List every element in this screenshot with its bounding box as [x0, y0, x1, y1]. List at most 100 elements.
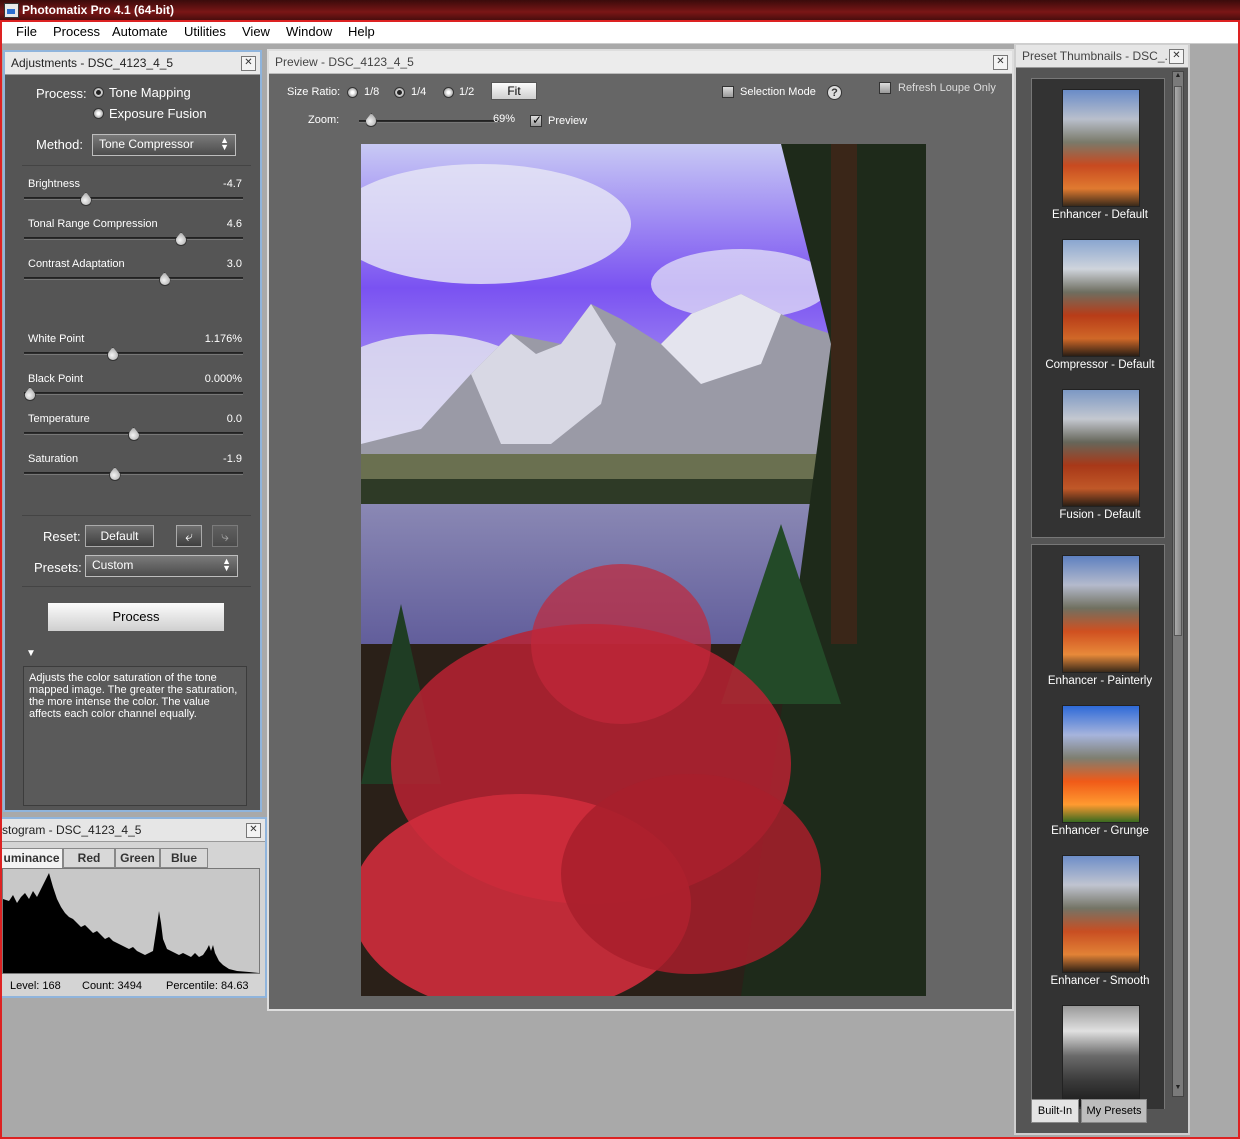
thumbnail-compressor-default[interactable]	[1062, 239, 1140, 357]
tab-red[interactable]: Red	[63, 848, 115, 868]
slider-label: Black Point	[28, 373, 84, 385]
preview-title: Preview - DSC_4123_4_5	[275, 55, 414, 69]
menu-window[interactable]: Window	[286, 24, 332, 39]
tab-my-presets[interactable]: My Presets	[1081, 1099, 1147, 1123]
slider-value: 4.6	[226, 218, 242, 230]
presets-label: Presets:	[34, 560, 82, 575]
radio-exposure-fusion[interactable]	[93, 108, 104, 119]
selection-mode-label: Selection Mode	[740, 86, 816, 98]
slider-value: -4.7	[223, 178, 242, 190]
thumbnail-enhancer-painterly[interactable]	[1062, 555, 1140, 673]
menu-file[interactable]: File	[16, 24, 37, 39]
slider-label: Tonal Range Compression	[28, 218, 158, 230]
close-icon[interactable]: ✕	[241, 56, 256, 71]
thumbnail-fusion-default[interactable]	[1062, 389, 1140, 507]
thumbnails-scrollbar[interactable]: ▲ ▼	[1172, 71, 1184, 1097]
thumbnails-title: Preset Thumbnails - DSC_...	[1022, 49, 1175, 63]
selection-mode-checkbox[interactable]	[722, 86, 734, 98]
adjustments-title: Adjustments - DSC_4123_4_5	[11, 56, 174, 70]
menu-automate[interactable]: Automate	[112, 24, 168, 39]
histogram-percentile: Percentile: 84.63	[166, 980, 249, 992]
slider-track[interactable]	[24, 237, 243, 240]
slider-label: Temperature	[28, 413, 90, 425]
thumbnail-enhancer-grunge[interactable]	[1062, 705, 1140, 823]
tab-blue[interactable]: Blue	[160, 848, 208, 868]
slider-track[interactable]	[24, 392, 243, 395]
scrollbar-thumb[interactable]	[1174, 86, 1182, 636]
zoom-slider-track[interactable]	[359, 120, 499, 123]
thumbnail-label: Enhancer - Painterly	[1047, 675, 1153, 687]
thumbnail-enhancer-default[interactable]	[1062, 89, 1140, 207]
adjustments-header: Adjustments - DSC_4123_4_5 ✕	[5, 52, 260, 75]
tab-luminance[interactable]: uminance	[2, 848, 63, 868]
radio-size-1-8[interactable]	[347, 87, 358, 98]
menu-view[interactable]: View	[242, 24, 270, 39]
slider-handle[interactable]	[127, 427, 140, 441]
collapse-triangle-icon[interactable]: ▼	[26, 648, 36, 659]
process-label: Process:	[36, 86, 87, 101]
redo-button[interactable]: ⤷	[212, 525, 238, 547]
slider-track[interactable]	[24, 352, 243, 355]
undo-button[interactable]: ⤶	[176, 525, 202, 547]
menu-help[interactable]: Help	[348, 24, 375, 39]
histogram-level: Level: 168	[10, 980, 61, 992]
landscape-photo	[361, 144, 926, 996]
method-label: Method:	[36, 137, 83, 152]
help-icon[interactable]: ?	[827, 85, 842, 100]
tab-green[interactable]: Green	[115, 848, 160, 868]
thumbnails-header: Preset Thumbnails - DSC_... ✕	[1016, 45, 1188, 68]
slider-handle[interactable]	[106, 347, 119, 361]
slider-value: -1.9	[223, 453, 242, 465]
thumbnail-enhancer-smooth[interactable]	[1062, 855, 1140, 973]
radio-size-1-4[interactable]	[394, 87, 405, 98]
slider-handle[interactable]	[158, 272, 171, 286]
menu-utilities[interactable]: Utilities	[184, 24, 226, 39]
thumbnail-black-white[interactable]	[1062, 1005, 1140, 1107]
slider-value: 3.0	[226, 258, 242, 270]
method-select[interactable]: Tone Compressor ▲ ▼	[92, 134, 236, 156]
histogram-header: stogram - DSC_4123_4_5 ✕	[2, 819, 265, 842]
presets-value: Custom	[92, 558, 134, 572]
exposure-fusion-label: Exposure Fusion	[109, 106, 207, 121]
slider-handle[interactable]	[108, 467, 121, 481]
slider-track[interactable]	[24, 277, 243, 280]
scroll-down-icon[interactable]: ▼	[1174, 1084, 1182, 1094]
preview-panel: Preview - DSC_4123_4_5 ✕ Size Ratio: 1/8…	[267, 49, 1014, 1011]
size-ratio-label: Size Ratio:	[287, 86, 341, 98]
size-1-8-label: 1/8	[364, 86, 380, 98]
thumbnail-label: Fusion - Default	[1059, 509, 1141, 521]
thumbnail-label: Enhancer - Default	[1052, 209, 1148, 221]
menu-bar: File Process Automate Utilities View Win…	[0, 20, 1240, 44]
slider-handle[interactable]	[24, 387, 36, 401]
size-1-4-label: 1/4	[411, 86, 427, 98]
close-icon[interactable]: ✕	[1169, 49, 1184, 64]
radio-size-1-2[interactable]	[443, 87, 454, 98]
preview-image[interactable]	[361, 144, 926, 996]
menu-process[interactable]: Process	[53, 24, 100, 39]
select-arrows-icon: ▲ ▼	[222, 556, 231, 573]
slider-value: 0.000%	[204, 373, 242, 385]
slider-handle[interactable]	[79, 192, 92, 206]
slider-track[interactable]	[24, 472, 243, 475]
fit-button[interactable]: Fit	[491, 82, 537, 100]
slider-handle[interactable]	[175, 232, 188, 246]
scroll-up-icon[interactable]: ▲	[1174, 72, 1182, 82]
close-icon[interactable]: ✕	[993, 55, 1008, 70]
radio-tone-mapping[interactable]	[93, 87, 104, 98]
size-1-2-label: 1/2	[459, 86, 475, 98]
close-icon[interactable]: ✕	[246, 823, 261, 838]
slider-label: Contrast Adaptation	[28, 258, 125, 270]
help-text: Adjusts the color saturation of the tone…	[29, 672, 238, 720]
process-button[interactable]: Process	[47, 602, 225, 632]
preview-checkbox[interactable]	[530, 113, 542, 127]
slider-track[interactable]	[24, 197, 243, 200]
default-button[interactable]: Default	[85, 525, 154, 547]
refresh-loupe-checkbox[interactable]	[879, 82, 891, 94]
tab-built-in[interactable]: Built-In	[1031, 1099, 1079, 1123]
app-icon	[4, 3, 19, 18]
zoom-slider-handle[interactable]	[365, 113, 378, 127]
presets-select[interactable]: Custom ▲ ▼	[85, 555, 238, 577]
histogram-panel: stogram - DSC_4123_4_5 ✕ uminance Red Gr…	[0, 817, 267, 998]
window-title-bar: Photomatix Pro 4.1 (64-bit)	[0, 0, 1240, 20]
method-value: Tone Compressor	[99, 137, 194, 151]
